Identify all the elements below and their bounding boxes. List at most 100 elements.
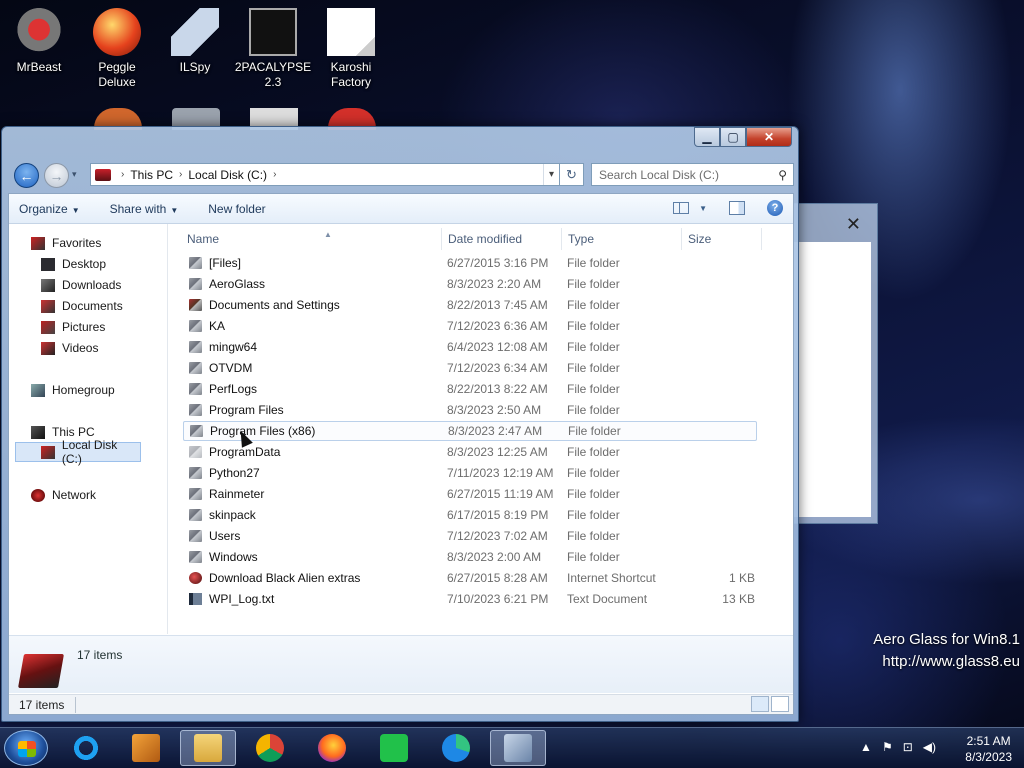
taskbar-internet-explorer[interactable]	[58, 730, 114, 766]
close-button[interactable]: ✕	[746, 127, 792, 147]
nav-documents[interactable]: Documents	[41, 296, 123, 316]
chevron-down-icon[interactable]: ▼	[699, 204, 707, 213]
file-row[interactable]: PerfLogs 8/22/2013 8:22 AM File folder	[183, 379, 757, 399]
taskbar-edge[interactable]	[428, 730, 484, 766]
taskbar-firefox[interactable]	[304, 730, 360, 766]
nav-local-disk[interactable]: Local Disk (C:)	[15, 438, 141, 466]
file-row[interactable]: Python27 7/11/2023 12:19 AM File folder	[183, 463, 757, 483]
chevron-right-icon[interactable]: ›	[273, 169, 276, 180]
arrow-left-icon: ←	[19, 167, 34, 184]
chevron-right-icon[interactable]: ›	[121, 169, 124, 180]
file-row[interactable]: ProgramData 8/3/2023 12:25 AM File folder	[183, 442, 757, 462]
file-row[interactable]: Windows 8/3/2023 2:00 AM File folder	[183, 547, 757, 567]
folder-icon	[189, 278, 202, 290]
network-icon[interactable]: ⊡	[903, 740, 913, 754]
file-list: Name ▲ Date modified Type Size [Files] 6/…	[169, 224, 793, 634]
search-icon[interactable]: ⚲	[778, 168, 787, 182]
navigation-pane: Favorites Desktop Downloads Documents Pi…	[9, 224, 168, 634]
column-divider[interactable]	[681, 228, 682, 250]
details-item-count: 17 items	[77, 648, 123, 662]
chevron-down-icon[interactable]: ▾	[543, 164, 559, 185]
internet-shortcut-icon	[189, 572, 202, 584]
address-bar[interactable]: › This PC › Local Disk (C:) › ▾	[90, 163, 560, 186]
refresh-button[interactable]: ↻	[560, 163, 584, 186]
file-row[interactable]: [Files] 6/27/2015 3:16 PM File folder	[183, 253, 757, 273]
large-icons-view-icon[interactable]	[771, 696, 789, 712]
change-view-icon[interactable]	[673, 202, 690, 214]
desktop-icon-karoshi[interactable]: Karoshi Factory	[312, 8, 390, 90]
clock-date: 8/3/2023	[965, 750, 1012, 764]
column-header-date[interactable]: Date modified	[448, 232, 522, 250]
column-divider[interactable]	[441, 228, 442, 250]
watermark-line-2: http://www.glass8.eu	[882, 653, 1020, 670]
desktop-icon-peggle[interactable]: Peggle Deluxe	[78, 8, 156, 90]
column-divider[interactable]	[561, 228, 562, 250]
share-with-button[interactable]: Share with ▼	[110, 202, 179, 216]
search-input[interactable]: Search Local Disk (C:) ⚲	[591, 163, 794, 186]
taskbar-spotify[interactable]	[366, 730, 422, 766]
minimize-button[interactable]: ▁	[694, 127, 720, 147]
file-row[interactable]: skinpack 6/17/2015 8:19 PM File folder	[183, 505, 757, 525]
text-document-icon	[189, 593, 202, 605]
watermark-line-1: Aero Glass for Win8.1	[873, 631, 1020, 648]
nav-homegroup[interactable]: Homegroup	[31, 380, 115, 400]
volume-icon[interactable]: ◀)	[923, 740, 936, 754]
file-row[interactable]: Documents and Settings 8/22/2013 7:45 AM F…	[183, 295, 757, 315]
file-row[interactable]: OTVDM 7/12/2023 6:34 AM File folder	[183, 358, 757, 378]
organize-button[interactable]: Organize ▼	[19, 202, 80, 216]
nav-downloads[interactable]: Downloads	[41, 275, 121, 295]
desktop-icon-2pacalypse[interactable]: 2PACALYPSE 2.3	[234, 8, 312, 90]
folder-icon	[189, 341, 202, 353]
start-button[interactable]	[4, 730, 48, 766]
chevron-right-icon[interactable]: ›	[179, 169, 182, 180]
breadcrumb-local-disk[interactable]: Local Disk (C:)	[188, 168, 267, 182]
file-row[interactable]: mingw64 6/4/2023 12:08 AM File folder	[183, 337, 757, 357]
folder-icon	[189, 551, 202, 563]
action-center-flag-icon[interactable]: ⚑	[882, 740, 893, 754]
taskbar-chrome[interactable]	[242, 730, 298, 766]
file-row[interactable]: Users 7/12/2023 7:02 AM File folder	[183, 526, 757, 546]
hidden-folder-icon	[189, 446, 202, 458]
file-row[interactable]: Rainmeter 6/27/2015 11:19 AM File folder	[183, 484, 757, 504]
column-divider[interactable]	[761, 228, 762, 250]
downloads-icon	[41, 278, 55, 292]
preview-pane-icon[interactable]	[729, 201, 745, 215]
column-header-type[interactable]: Type	[568, 232, 594, 250]
folder-icon	[189, 257, 202, 269]
explorer-window[interactable]: ▁ ▢ ✕ ← → ▾ › This PC › Local Disk (C:) …	[1, 126, 799, 722]
file-row[interactable]: Download Black Alien extras 6/27/2015 8:2…	[183, 568, 757, 588]
network-icon	[31, 488, 45, 502]
maximize-button[interactable]: ▢	[720, 127, 746, 147]
nav-favorites[interactable]: Favorites	[31, 233, 101, 253]
forward-button[interactable]: →	[44, 163, 69, 188]
column-header-size[interactable]: Size	[688, 232, 711, 250]
column-header-name[interactable]: Name ▲	[187, 230, 332, 250]
nav-videos[interactable]: Videos	[41, 338, 98, 358]
help-icon[interactable]: ?	[767, 200, 783, 216]
new-folder-button[interactable]: New folder	[208, 202, 265, 216]
back-button[interactable]: ←	[14, 163, 39, 188]
folder-icon	[189, 404, 202, 416]
details-view-icon[interactable]	[751, 696, 769, 712]
navigation-bar: ← → ▾ › This PC › Local Disk (C:) › ▾ ↻ …	[8, 161, 794, 189]
clock[interactable]: 2:51 AM 8/3/2023	[965, 733, 1012, 765]
desktop-icon-ilspy[interactable]: ILSpy	[156, 8, 234, 75]
file-row[interactable]: Program Files 8/3/2023 2:50 AM File folder	[183, 400, 757, 420]
breadcrumb-this-pc[interactable]: This PC	[130, 168, 173, 182]
nav-network[interactable]: Network	[31, 485, 96, 505]
nav-pictures[interactable]: Pictures	[41, 317, 105, 337]
taskbar-media-player[interactable]	[118, 730, 174, 766]
taskbar-disk-app[interactable]	[490, 730, 546, 766]
show-hidden-icons-icon[interactable]: ▲	[860, 740, 872, 754]
nav-desktop[interactable]: Desktop	[41, 254, 106, 274]
file-row[interactable]: AeroGlass 8/3/2023 2:20 AM File folder	[183, 274, 757, 294]
folder-icon	[189, 530, 202, 542]
desktop-icon-mrbeast[interactable]: MrBeast	[0, 8, 78, 75]
taskbar-file-explorer[interactable]	[180, 730, 236, 766]
file-row[interactable]: Program Files (x86) 8/3/2023 2:47 AM File …	[183, 421, 757, 441]
close-icon[interactable]: ✕	[846, 214, 861, 235]
recent-locations-dropdown[interactable]: ▾	[72, 169, 77, 180]
spotify-icon	[380, 734, 408, 762]
file-row[interactable]: WPI_Log.txt 7/10/2023 6:21 PM Text Documen…	[183, 589, 757, 609]
file-row[interactable]: KA 7/12/2023 6:36 AM File folder	[183, 316, 757, 336]
